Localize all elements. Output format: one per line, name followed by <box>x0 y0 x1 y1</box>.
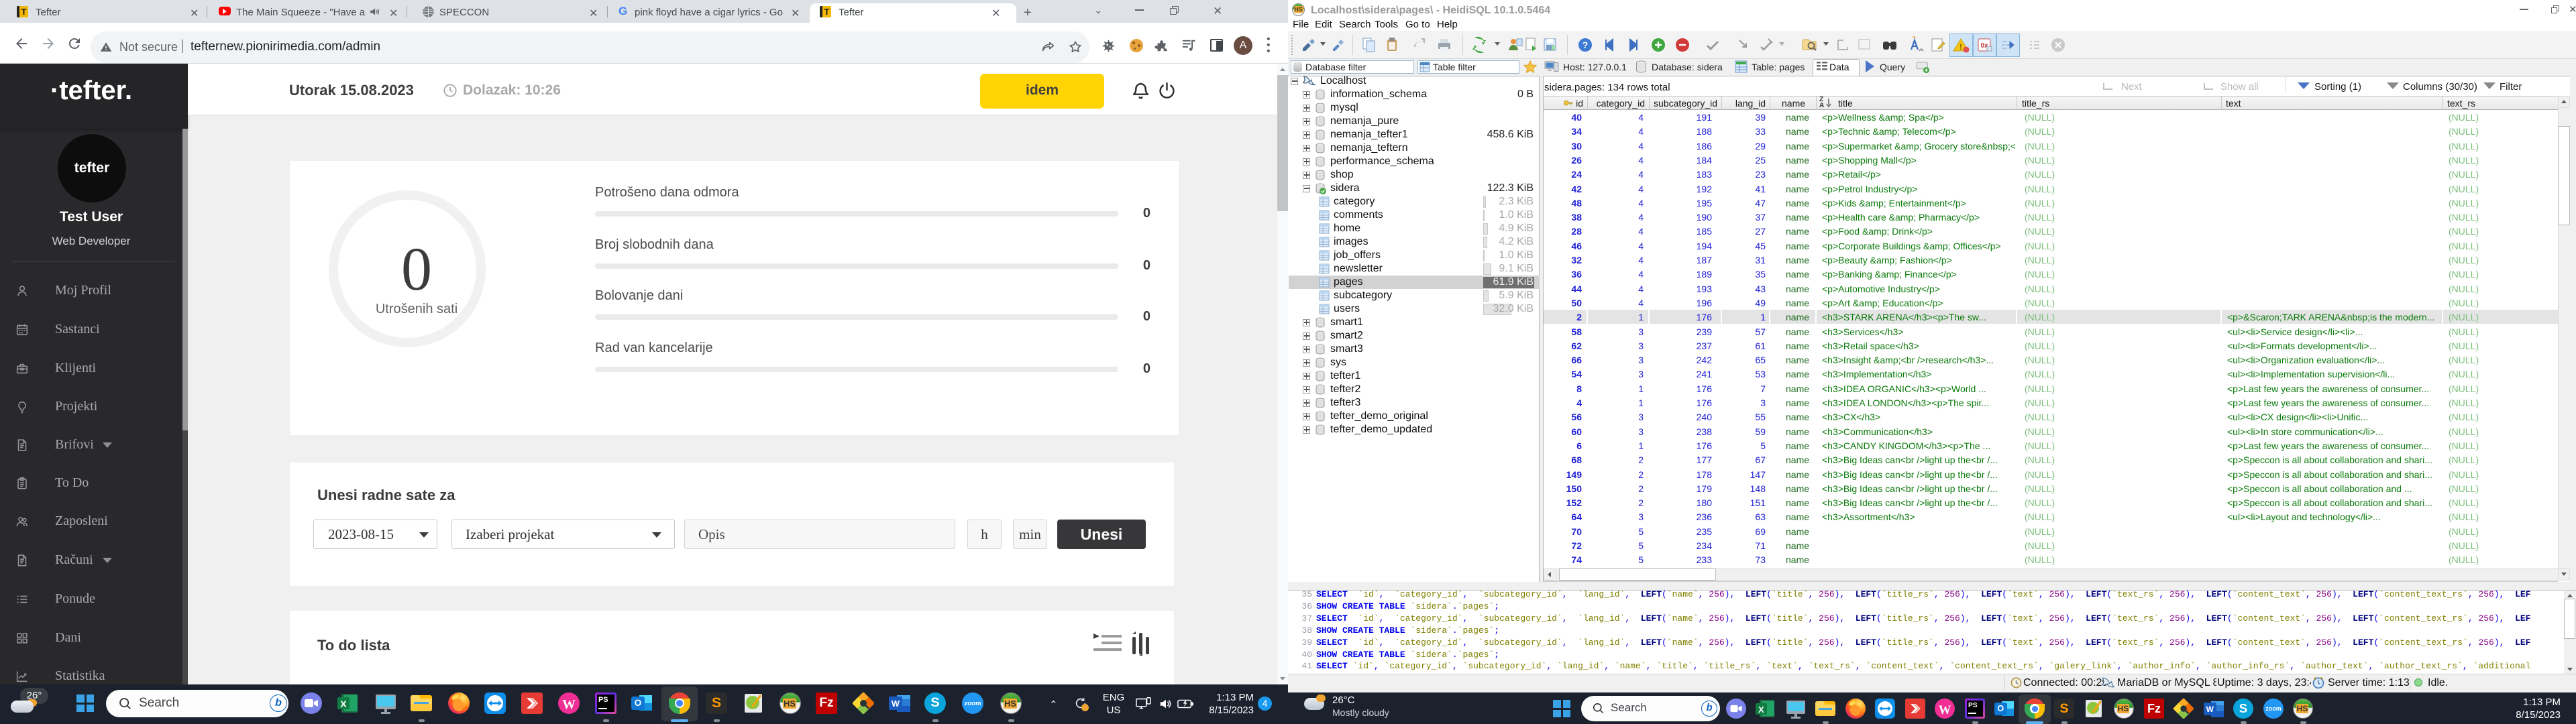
svg-text:!: ! <box>1960 42 1962 52</box>
svg-text:?: ? <box>1582 40 1589 50</box>
